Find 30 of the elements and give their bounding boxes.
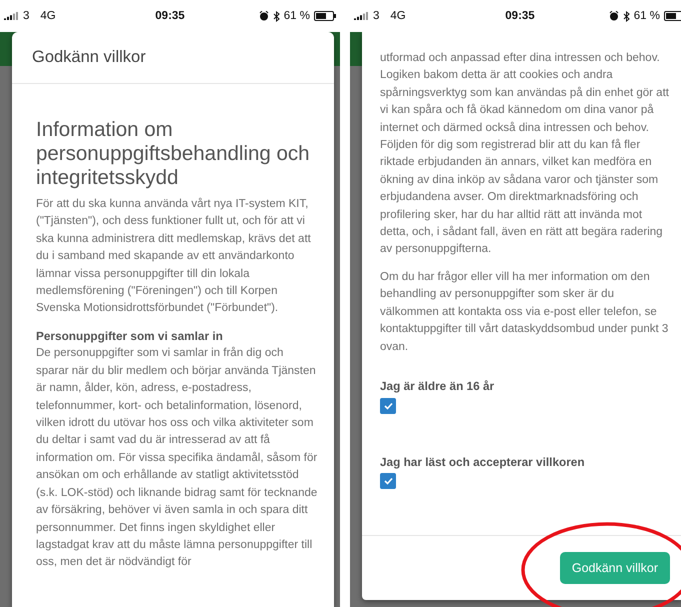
battery-percent: 61 % <box>634 10 660 22</box>
alarm-icon <box>258 11 269 21</box>
battery-icon <box>314 11 336 21</box>
carrier-label: 3 <box>373 10 380 22</box>
paragraph: De personuppgifter som vi samlar in från dig och sparar när du blir medlem och börjar använda Tjänsten är namn, ålder, kön, adress, e-postadress, telefonnummer, kort- och betalinformation, lösenord, vilken idrott du utövar hos oss och vilka aktiviteter som du deltar i samt vad du är intresserad av att få information om. För vissa specifika ändamål, såsom för ansökan om och erhållande av statligt aktivitetsstöd (s.k. LOK-stöd) och liknande bidrag samt för tecknande av försäkring, behöver vi även samla in och spara ditt personnummer. Det finns ingen skyldighet eller lagstadgat krav att du måste lämna personuppgifter till oss, men det är nödvändigt för <box>36 346 318 570</box>
dialog-heading: Information om personuppgiftsbehandling och integritetsskydd <box>36 118 311 190</box>
alarm-icon <box>608 11 619 21</box>
checkmark-icon <box>384 402 392 410</box>
battery-percent: 61 % <box>284 10 310 22</box>
network-label: 4G <box>390 10 406 22</box>
bluetooth-icon <box>622 10 630 22</box>
dialog-title: Godkänn villkor <box>32 48 146 67</box>
paragraph: utformad och anpassad efter dina intressen och behov. Logiken bakom detta är att cookies och andra spårningsverktyg som kan användas på din enhet gör att vi kan spåra och få ökad kännedom om dina vanor på internet och därmed också dina intressen och behov. Följden för dig som registrerad blir att du kan få fler riktade erbjudanden än annars, vilket kan medföra en ökning av dina inköp av sådana varor och tjänster som erbjudandena avser. Om direktmarknadsföring och profilering sker, har du har alltid rätt att invända mot detta, och, i sådant fall, även en rätt att begära radering av personuppgifterna. <box>380 51 670 258</box>
carrier-label: 3 <box>23 10 30 22</box>
network-label: 4G <box>40 10 56 22</box>
paragraph: För att du ska kunna använda vårt nya IT-system KIT, ("Tjänsten"), och dess funktioner fullt ut, och för att vi ska kunna administrera ditt medlemskap, krävs det att du i samband med skapande av ett användarkonto lämnar vissa personuppgifter till din lokala medlemsförening ("Föreningen") och till Korpen Svenska Motionsidrottsförbundet ("Förbundet"). <box>36 196 312 316</box>
section-heading: Personuppgifter som vi samlar in <box>36 328 224 345</box>
signal-icon <box>4 12 18 20</box>
accept-button[interactable]: Godkänn villkor <box>560 552 670 584</box>
checkbox[interactable] <box>380 473 396 490</box>
signal-icon <box>354 12 368 20</box>
battery-icon <box>664 11 681 21</box>
checkmark-icon <box>384 477 392 486</box>
checkbox-label: Jag är äldre än 16 år <box>380 378 496 395</box>
clock: 09:35 <box>504 10 536 22</box>
checkbox-label: Jag har läst och accepterar villkoren <box>380 454 586 470</box>
bluetooth-icon <box>272 10 280 22</box>
paragraph: Om du har frågor eller vill ha mer information om den behandling av personuppgifter som sker är du välkommen att kontakta oss via e-post eller telefon, se kontaktuppgifter till vårt dataskyddsombud under punkt 3 ovan. <box>380 270 670 354</box>
checkbox[interactable] <box>380 398 396 414</box>
clock: 09:35 <box>154 10 186 22</box>
